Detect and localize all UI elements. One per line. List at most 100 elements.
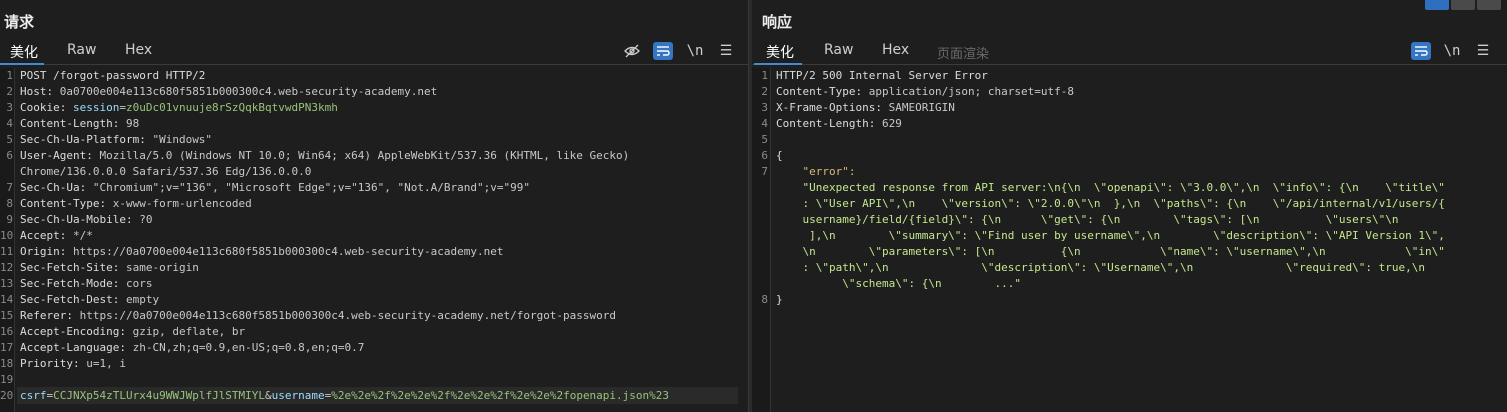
code-token: Sec-Fetch-Dest: [20,293,126,306]
code-line: Content-Length: 629 [776,117,902,130]
line-number: 13 [0,277,14,290]
code-token: Cookie: [20,101,73,114]
code-line: : \"User API\",\n \"version\": \"2.0.0\"… [776,197,1444,210]
code-line: : \"path\",\n \"description\": \"Usernam… [776,261,1425,274]
code-token: Content-Length: [776,117,882,130]
code-token: X-Frame-Options: [776,101,889,114]
code-token: Content-Length: [20,117,126,130]
code-token: \"schema\": {\n ..." [776,277,1022,290]
newline-toggle[interactable]: \n [685,42,705,60]
layout-single-icon[interactable] [1477,0,1501,10]
code-token: { [776,149,783,162]
line-number: 5 [6,133,13,146]
code-token: u=1, i [86,357,126,370]
code-token: Mozilla/5.0 (Windows NT 10.0; Win64; x64… [99,149,630,162]
code-token: \n \"parameters\": [\n {\n \"name\": \"u… [776,245,1445,258]
line-number: 12 [0,261,14,274]
line-number: 18 [0,357,14,370]
code-token: empty [125,293,160,306]
code-line: Sec-Ch-Ua: "Chromium";v="136", "Microsof… [20,181,530,194]
code-token: Content-Type: [776,85,869,98]
line-number: 4 [6,117,13,130]
line-number: 7 [6,181,13,194]
line-number: 7 [761,165,768,178]
code-token: username [271,389,325,402]
line-number: 3 [6,101,13,114]
code-line: Accept-Encoding: gzip, deflate, br [20,325,245,338]
tab-hex[interactable]: Hex [882,42,909,58]
code-token: x-www-form-urlencoded [112,197,252,210]
code-token: */* [72,229,93,242]
code-line: } [776,293,783,306]
code-token: Content-Type: [20,197,113,210]
code-line: Cookie: session=z0uDc01vnuuje8rSzQqkBqtv… [20,101,338,114]
code-token: HTTP/2 500 Internal Server Error [776,69,988,82]
code-line: Sec-Ch-Ua-Platform: "Windows" [20,133,212,146]
tab-pretty[interactable]: 美化 [766,42,794,62]
request-editor[interactable]: 1 POST /forgot-password HTTP/2 2 Host: 0a07… [0,68,748,412]
menu-icon[interactable]: ☰ [1473,42,1493,60]
code-line: username}/field/{field}\": {\n \"get\": … [776,213,1398,226]
code-token: & [265,389,272,402]
code-token: Referer: [20,309,80,322]
code-token: Sec-Fetch-Site: [20,261,126,274]
code-token: csrf [20,389,47,402]
code-token: 98 [125,117,140,130]
request-title: 请求 [4,13,35,31]
line-number: 11 [0,245,14,258]
code-token: Accept: [20,229,73,242]
code-token: "error": [776,165,856,178]
code-token: 0a0700e004e113c680f5851b000300c4.web-sec… [59,85,438,98]
code-line: POST /forgot-password HTTP/2 [20,69,205,82]
code-token: 629 [881,117,902,130]
tab-hex[interactable]: Hex [125,42,152,58]
wrap-icon[interactable] [653,42,673,60]
code-token: User-Agent: [20,149,100,162]
code-line: "Unexpected response from API server:\n{… [776,181,1445,194]
tab-pretty[interactable]: 美化 [10,42,38,62]
code-token: "Unexpected response from API server:\n{… [776,181,1445,194]
line-number: 20 [0,389,14,402]
code-token: cors [125,277,153,290]
code-line: \"schema\": {\n ..." [776,277,1021,290]
layout-split-icon[interactable] [1425,0,1449,10]
code-token: "Windows" [152,133,213,146]
newline-toggle[interactable]: \n [1442,42,1462,60]
code-token: ],\n \"summary\": \"Find user by usernam… [776,229,1445,242]
code-token: application/json; charset=utf-8 [868,85,1075,98]
code-token: SAMEORIGIN [888,101,955,114]
code-line: Priority: u=1, i [20,357,126,370]
response-editor[interactable]: 1 HTTP/2 500 Internal Server Error 2 Conten… [752,68,1507,412]
code-token: = [119,101,126,114]
code-token: zh-CN,zh;q=0.9,en-US;q=0.8,en;q=0.7 [132,341,365,354]
code-token: CCJNXp54zTLUrx4u9WWJWplfJlSTMIYL [53,389,266,402]
code-token: %2e%2e%2f%2e%2e%2f%2e%2e%2f%2e%2e%2fopen… [331,389,670,402]
eye-slash-icon[interactable] [622,42,642,60]
line-number: 4 [761,117,768,130]
code-line: Referer: https://0a0700e004e113c680f5851… [20,309,616,322]
line-number: 1 [761,69,768,82]
code-token: } [776,293,783,306]
code-line: "error": [776,165,855,178]
line-number: 8 [761,293,768,306]
wrap-icon[interactable] [1411,42,1431,60]
tab-raw[interactable]: Raw [824,42,853,58]
line-number: 5 [761,133,768,146]
code-line: Accept-Language: zh-CN,zh;q=0.9,en-US;q=… [20,341,364,354]
window-controls [1425,0,1501,10]
code-line: Sec-Fetch-Site: same-origin [20,261,199,274]
response-tabs: 美化 Raw Hex 页面渲染 [752,38,1507,65]
tab-raw[interactable]: Raw [67,42,96,58]
code-line: Host: 0a0700e004e113c680f5851b000300c4.w… [20,85,437,98]
response-scrollbar[interactable] [1499,68,1507,412]
response-title: 响应 [762,13,793,31]
active-tab-indicator [0,63,44,65]
code-line: Sec-Fetch-Dest: empty [20,293,159,306]
code-token: "Chromium";v="136", "Microsoft Edge";v="… [92,181,530,194]
layout-horizontal-icon[interactable] [1451,0,1475,10]
menu-icon[interactable]: ☰ [716,42,736,60]
code-line: Content-Length: 98 [20,117,139,130]
code-token: Sec-Ch-Ua: [20,181,93,194]
request-pane: 请求 美化 Raw Hex \n ☰ 1 POST /forgot-passwor… [0,0,748,412]
code-token: Accept-Encoding: [20,325,133,338]
